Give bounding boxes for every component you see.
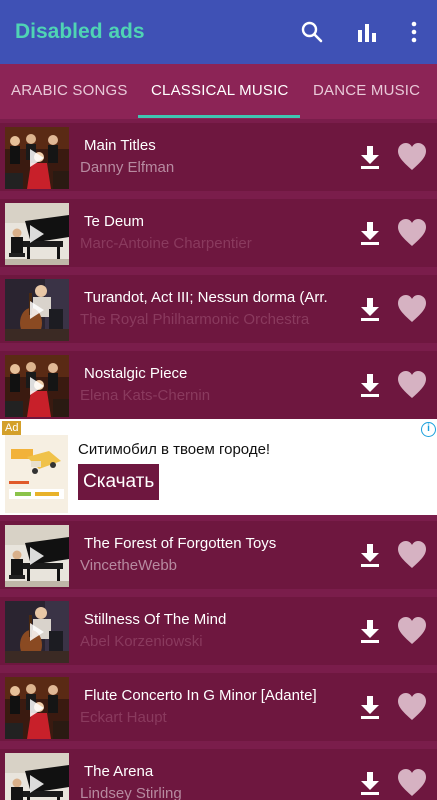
download-icon[interactable] [359, 373, 381, 397]
song-thumbnail[interactable] [5, 355, 69, 417]
app-bar: Disabled ads [0, 0, 437, 64]
song-row[interactable]: Flute Concerto In G Minor [Adante] Eckart… [0, 673, 437, 741]
favorite-heart-icon[interactable] [397, 371, 427, 399]
song-title: Te Deum [84, 213, 145, 230]
play-icon[interactable] [30, 623, 44, 641]
more-vert-icon[interactable] [400, 18, 428, 46]
song-title: Main Titles [84, 137, 156, 154]
download-icon[interactable] [359, 695, 381, 719]
play-icon[interactable] [30, 301, 44, 319]
tab-arabic-songs[interactable]: ARABIC SONGS [11, 82, 128, 99]
song-thumbnail[interactable] [5, 127, 69, 189]
download-icon[interactable] [359, 619, 381, 643]
equalizer-icon[interactable] [353, 18, 381, 46]
song-row[interactable]: Nostalgic Piece Elena Kats-Chernin [0, 351, 437, 419]
download-icon[interactable] [359, 543, 381, 567]
song-artist: VincetheWebb [80, 557, 178, 574]
song-title: Stillness Of The Mind [84, 611, 227, 628]
song-artist: Marc-Antoine Charpentier [80, 235, 252, 252]
ad-headline: Ситимобил в твоем городе! [78, 441, 271, 458]
song-title: The Arena [84, 763, 154, 780]
song-thumbnail[interactable] [5, 677, 69, 739]
play-icon[interactable] [30, 149, 44, 167]
favorite-heart-icon[interactable] [397, 219, 427, 247]
favorite-heart-icon[interactable] [397, 769, 427, 797]
song-thumbnail[interactable] [5, 525, 69, 587]
song-row[interactable]: The Forest of Forgotten Toys VincetheWebb [0, 521, 437, 589]
favorite-heart-icon[interactable] [397, 295, 427, 323]
song-row[interactable]: Main Titles Danny Elfman [0, 123, 437, 191]
song-row[interactable]: Turandot, Act III; Nessun dorma (Arr. The… [0, 275, 437, 343]
song-thumbnail[interactable] [5, 203, 69, 265]
song-artist: Eckart Haupt [80, 709, 167, 726]
song-artist: Elena Kats-Chernin [80, 387, 211, 404]
song-artist: Lindsey Stirling [80, 785, 182, 800]
ad-image[interactable] [5, 435, 68, 513]
download-icon[interactable] [359, 221, 381, 245]
search-icon[interactable] [298, 18, 326, 46]
song-title: Flute Concerto In G Minor [Adante] [84, 687, 317, 704]
song-artist: Abel Korzeniowski [80, 633, 203, 650]
song-row[interactable]: Stillness Of The Mind Abel Korzeniowski [0, 597, 437, 665]
download-icon[interactable] [359, 771, 381, 795]
play-icon[interactable] [30, 547, 44, 565]
play-icon[interactable] [30, 377, 44, 395]
song-thumbnail[interactable] [5, 279, 69, 341]
song-artist: Danny Elfman [80, 159, 175, 176]
tab-classical-music[interactable]: CLASSICAL MUSIC [151, 82, 288, 99]
tab-indicator [138, 115, 300, 118]
song-artist: The Royal Philharmonic Orchestra [80, 311, 310, 328]
ad-badge: Ad [2, 421, 22, 435]
favorite-heart-icon[interactable] [397, 143, 427, 171]
favorite-heart-icon[interactable] [397, 617, 427, 645]
ad-banner[interactable]: Ad Ситимобил в твоем городе! Скачать i [0, 419, 437, 515]
download-icon[interactable] [359, 297, 381, 321]
favorite-heart-icon[interactable] [397, 541, 427, 569]
info-icon[interactable]: i [421, 422, 436, 437]
song-row[interactable]: Te Deum Marc-Antoine Charpentier [0, 199, 437, 267]
song-row[interactable]: The Arena Lindsey Stirling [0, 749, 437, 800]
song-title: Turandot, Act III; Nessun dorma (Arr. [84, 289, 328, 306]
tab-dance-music[interactable]: DANCE MUSIC [313, 82, 420, 99]
tab-bar: ARABIC SONGS CLASSICAL MUSIC DANCE MUSIC [0, 64, 437, 119]
ad-cta-button[interactable]: Скачать [78, 464, 160, 500]
play-icon[interactable] [30, 775, 44, 793]
song-thumbnail[interactable] [5, 601, 69, 663]
play-icon[interactable] [30, 225, 44, 243]
song-title: Nostalgic Piece [84, 365, 188, 382]
play-icon[interactable] [30, 699, 44, 717]
song-thumbnail[interactable] [5, 753, 69, 800]
song-title: The Forest of Forgotten Toys [84, 535, 277, 552]
favorite-heart-icon[interactable] [397, 693, 427, 721]
download-icon[interactable] [359, 145, 381, 169]
app-title: Disabled ads [15, 20, 145, 43]
